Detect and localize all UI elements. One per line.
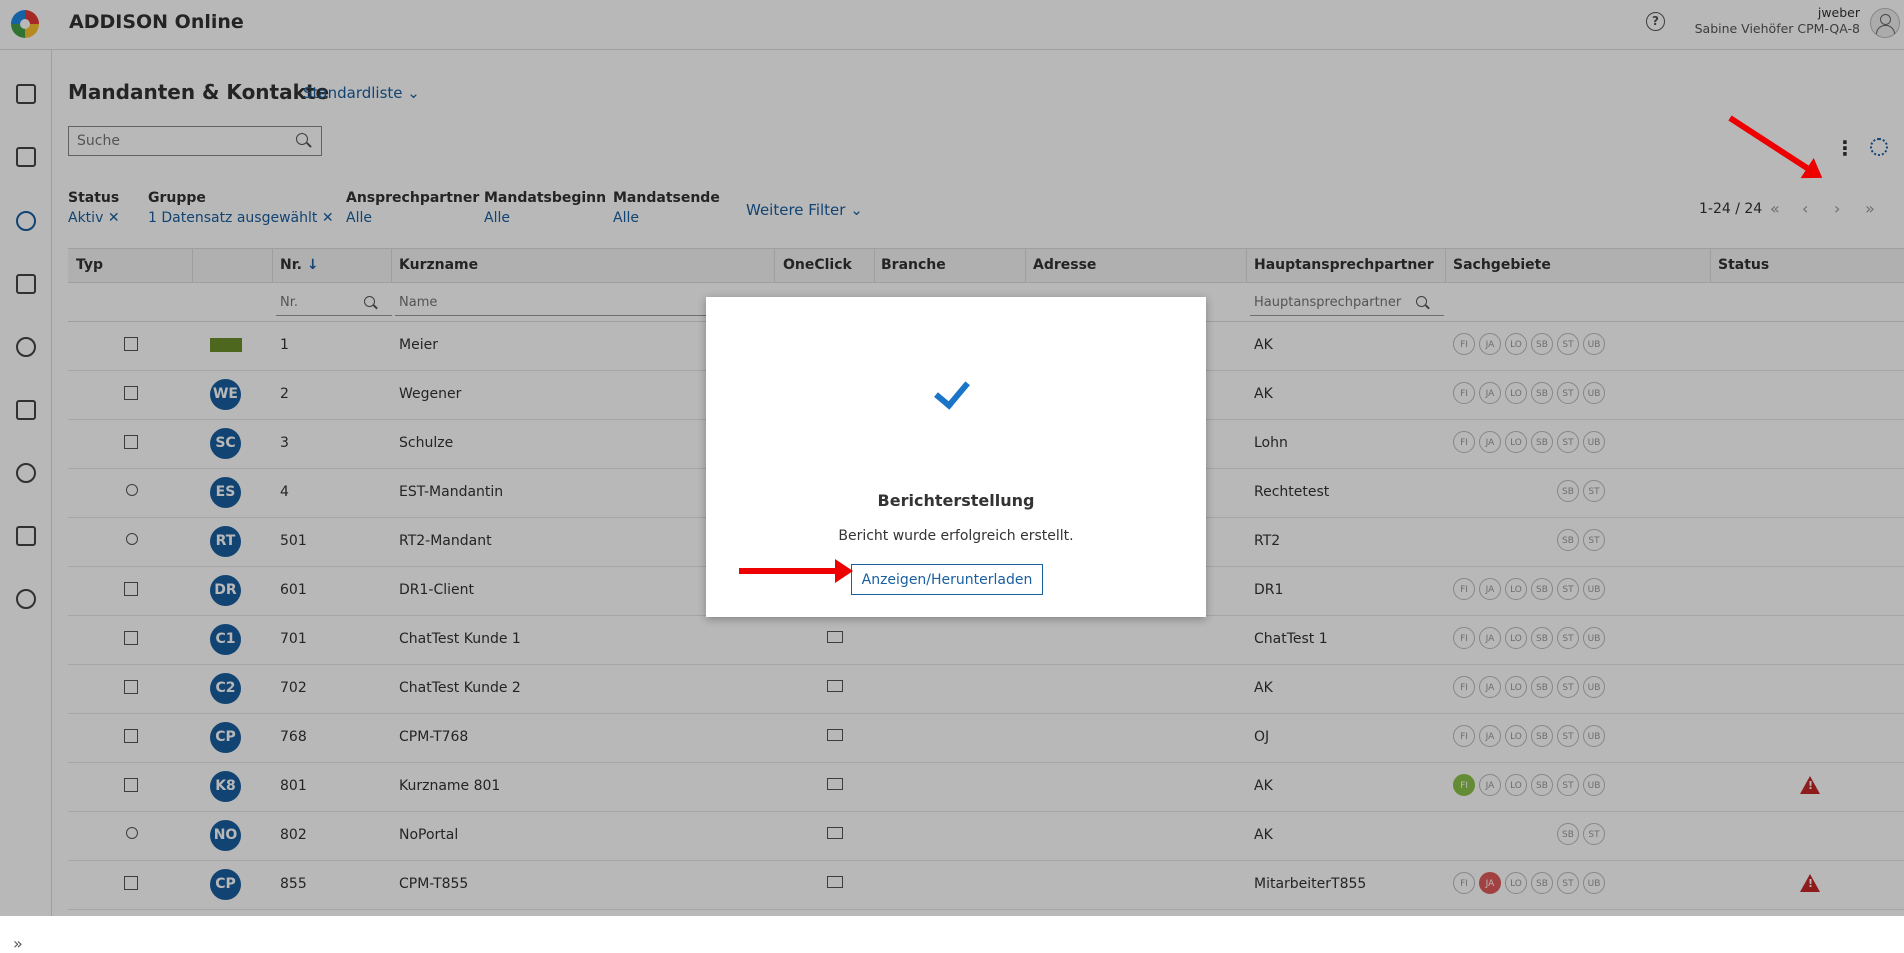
annotation-arrow [739,559,853,583]
expand-sidebar-icon[interactable]: » [13,934,23,953]
dialog-title: Berichterstellung [877,491,1035,510]
dialog-message: Bericht wurde erfolgreich erstellt. [838,528,1074,544]
view-download-button[interactable]: Anzeigen/Herunterladen [851,564,1043,595]
checkmark-icon [934,372,970,410]
